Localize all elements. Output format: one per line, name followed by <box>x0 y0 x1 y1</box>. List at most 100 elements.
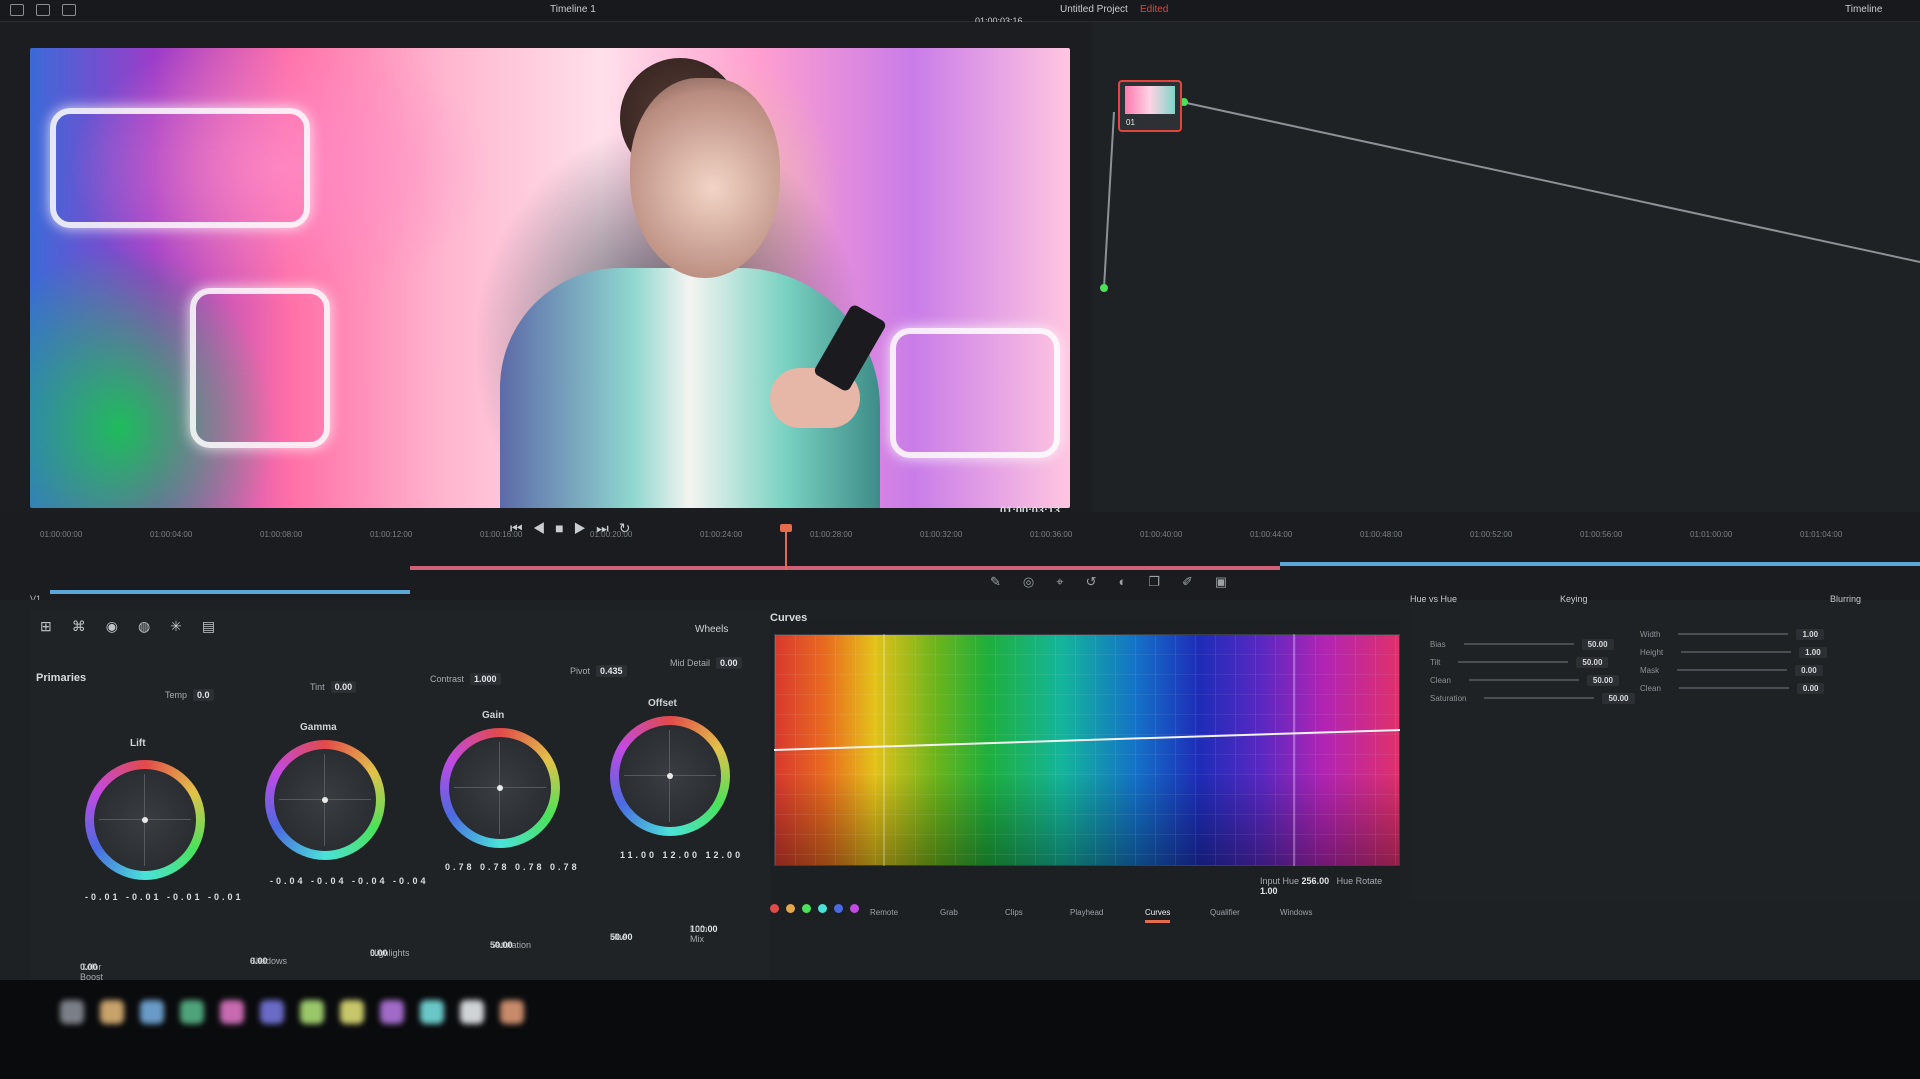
refresh-icon[interactable]: ↺ <box>1086 574 1119 589</box>
app-icon[interactable] <box>140 1000 164 1024</box>
lum-mix-param[interactable]: Lum Mix 100.00 <box>690 924 718 944</box>
gallery-icon[interactable] <box>62 4 76 16</box>
viewer-panel: 01:00:03:13 <box>0 22 1090 520</box>
color-match-icon[interactable]: ⌘ <box>72 618 106 634</box>
timeline-tick: 01:00:12:00 <box>370 530 413 539</box>
mid-detail-param[interactable]: Mid Detail 0.00 <box>670 657 742 669</box>
motion-effects-icon[interactable]: ▤ <box>202 618 235 634</box>
neon-sign <box>890 328 1060 458</box>
height-row[interactable]: Height 1.00 <box>1640 647 1827 658</box>
app-icon[interactable] <box>420 1000 444 1024</box>
contrast-param[interactable]: Contrast 1.000 <box>430 673 501 685</box>
timeline-tick: 01:01:00:00 <box>1690 530 1733 539</box>
offset-wheel[interactable] <box>610 716 730 836</box>
tab-grab[interactable]: Grab <box>940 908 958 917</box>
saturation-row[interactable]: Saturation 50.00 <box>1430 693 1635 704</box>
app-icon[interactable] <box>260 1000 284 1024</box>
playhead[interactable] <box>780 524 792 570</box>
brush-icon[interactable]: ✐ <box>1182 574 1215 589</box>
picker-icon[interactable]: ✎ <box>990 574 1023 589</box>
width-row[interactable]: Width 1.00 <box>1640 629 1825 640</box>
highlights-param[interactable]: Highlights 0.00 <box>370 948 410 958</box>
lift-values[interactable]: -0.01 -0.01 -0.01 -0.01 <box>85 892 244 902</box>
timeline-tick: 01:00:40:00 <box>1140 530 1183 539</box>
input-hue-param[interactable]: Input Hue 256.00 Hue Rotate 1.00 <box>1260 876 1400 896</box>
eyedropper-icon[interactable]: ⌖ <box>1056 574 1085 589</box>
wheel-handle[interactable] <box>322 797 328 803</box>
palette-toolbar: ⊞⌘◉◍✳▤ <box>40 618 235 635</box>
tab-windows[interactable]: Windows <box>1280 908 1312 917</box>
wheel-handle[interactable] <box>667 773 673 779</box>
pivot-param[interactable]: Pivot 0.435 <box>570 665 627 677</box>
video-preview[interactable] <box>30 48 1070 508</box>
tilt-row[interactable]: Tilt 50.00 <box>1430 657 1609 668</box>
timeline-tick: 01:00:24:00 <box>700 530 743 539</box>
camera-raw-icon[interactable]: ⊞ <box>40 618 72 634</box>
rgb-mixer-icon[interactable]: ✳ <box>170 618 202 634</box>
temp-param[interactable]: Temp 0.0 <box>165 689 214 701</box>
app-icon[interactable] <box>380 1000 404 1024</box>
timeline-tick: 01:00:52:00 <box>1470 530 1513 539</box>
mask-row[interactable]: Mask 0.00 <box>1640 665 1823 676</box>
app-icon[interactable] <box>100 1000 124 1024</box>
copy-icon[interactable]: ❐ <box>1148 574 1182 589</box>
qualifier-header: Hue vs Hue Keying Blurring <box>1410 594 1920 610</box>
app-icon[interactable] <box>340 1000 364 1024</box>
os-dock <box>0 980 1920 1079</box>
primaries-title: Primaries <box>36 672 87 684</box>
timeline-clip-range[interactable] <box>50 590 410 594</box>
app-icon[interactable] <box>460 1000 484 1024</box>
timeline-clip-range[interactable] <box>1280 562 1920 566</box>
app-icon[interactable] <box>300 1000 324 1024</box>
node-label: 01 <box>1126 118 1135 127</box>
timeline-tick: 01:00:32:00 <box>920 530 963 539</box>
palette-tabs: Remote Grab Clips Playhead Curves Qualif… <box>770 900 1410 940</box>
app-icon[interactable] <box>220 1000 244 1024</box>
clean-black-row[interactable]: Clean 0.00 <box>1640 683 1825 694</box>
person-head <box>630 78 780 278</box>
timeline-clip-marked[interactable] <box>410 566 1280 570</box>
stop-icon[interactable]: ■ <box>555 520 573 536</box>
wheels-mode-select[interactable]: Wheels <box>695 624 728 635</box>
saturation-param[interactable]: Saturation 50.00 <box>490 940 531 950</box>
tab-curves[interactable]: Curves <box>1145 908 1171 923</box>
tint-param[interactable]: Tint 0.00 <box>310 681 357 693</box>
media-pool-icon[interactable] <box>10 4 24 16</box>
gain-values[interactable]: 0.78 0.78 0.78 0.78 <box>445 862 580 872</box>
wheel-handle[interactable] <box>142 817 148 823</box>
color-wheels-icon[interactable]: ◉ <box>106 618 138 634</box>
grade-icon[interactable]: ◐ <box>1118 574 1148 589</box>
bookmark-icon[interactable]: ▣ <box>1215 574 1249 589</box>
tab-clips[interactable]: Clips <box>1005 908 1023 917</box>
keying-tab[interactable]: Keying <box>1560 594 1588 604</box>
hue-param[interactable]: Hue 50.00 <box>610 932 633 942</box>
color-node-01[interactable]: 01 <box>1118 80 1182 132</box>
curves-panel: Curves Input Hue 256.00 Hue Rotate 1.00 <box>770 612 1400 920</box>
resolve-color-page: Timeline 1 Untitled Project Edited 01:00… <box>0 0 1920 1079</box>
bias-row[interactable]: Bias 50.00 <box>1430 639 1614 650</box>
gamma-values[interactable]: -0.04 -0.04 -0.04 -0.04 <box>270 876 429 886</box>
offset-values[interactable]: 11.00 12.00 12.00 <box>620 850 743 860</box>
gamma-wheel[interactable] <box>265 740 385 860</box>
color-boost-param[interactable]: Color Boost 0.00 <box>80 962 103 982</box>
workspace-label[interactable]: Timeline <box>1845 4 1882 15</box>
app-icon[interactable] <box>180 1000 204 1024</box>
hdr-icon[interactable]: ◍ <box>138 618 170 634</box>
highlight-icon[interactable]: ◎ <box>1023 574 1056 589</box>
timeline-name[interactable]: Timeline 1 <box>550 4 596 15</box>
wheel-handle[interactable] <box>497 785 503 791</box>
tab-playhead[interactable]: Playhead <box>1070 908 1103 917</box>
shadows-param[interactable]: Shadows 0.00 <box>250 956 287 966</box>
lut-icon[interactable] <box>36 4 50 16</box>
node-editor[interactable]: 01 <box>1092 22 1920 512</box>
blurring-tab[interactable]: Blurring <box>1830 594 1861 604</box>
tab-remote[interactable]: Remote <box>870 908 898 917</box>
app-icon[interactable] <box>500 1000 524 1024</box>
gain-wheel[interactable] <box>440 728 560 848</box>
tab-qualifier[interactable]: Qualifier <box>1210 908 1240 917</box>
app-icon[interactable] <box>60 1000 84 1024</box>
lift-wheel[interactable] <box>85 760 205 880</box>
clean-row[interactable]: Clean 50.00 <box>1430 675 1619 686</box>
hue-mode-select[interactable]: Hue vs Hue <box>1410 594 1457 604</box>
step-back-icon[interactable]: ◀ <box>533 520 556 536</box>
